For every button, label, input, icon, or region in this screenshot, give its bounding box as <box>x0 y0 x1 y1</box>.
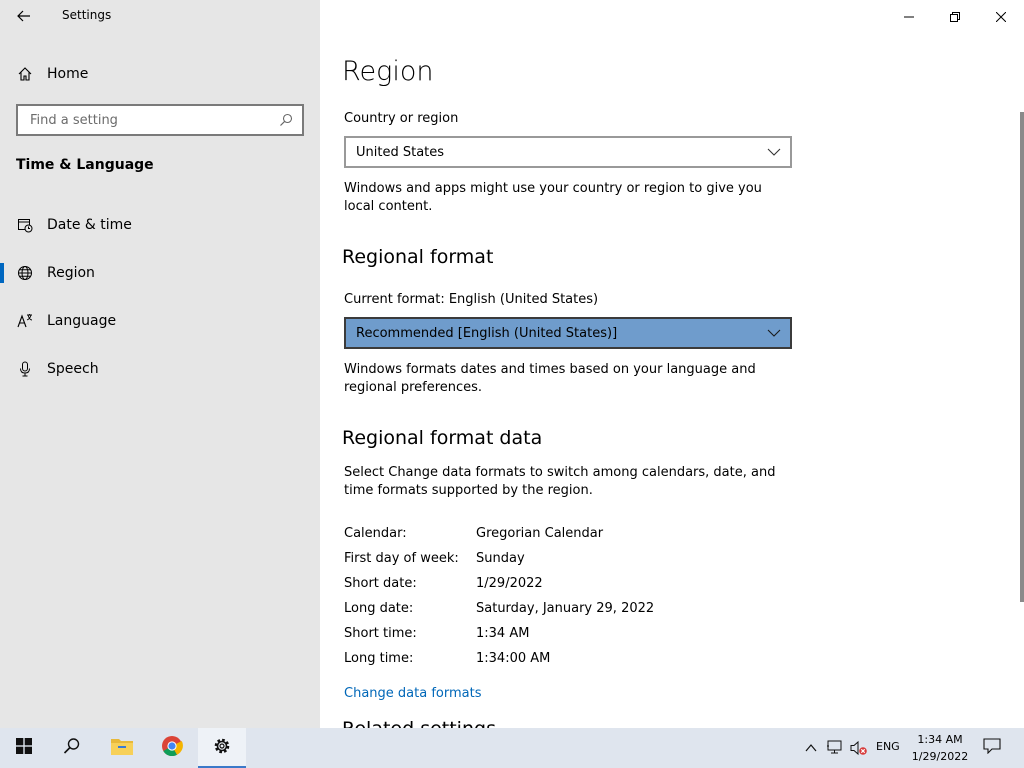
country-description: Windows and apps might use your country … <box>344 181 762 214</box>
format-row-long-time: Long time: 1:34:00 AM <box>344 651 550 671</box>
home-label: Home <box>47 66 89 82</box>
related-settings-heading: Related settings <box>342 718 496 728</box>
taskbar-search-button[interactable] <box>48 728 96 768</box>
calendar-clock-icon <box>17 217 33 233</box>
format-row-short-time: Short time: 1:34 AM <box>344 626 529 646</box>
file-explorer-button[interactable] <box>98 728 146 768</box>
format-key: Short time: <box>344 626 417 641</box>
section-title: Time & Language <box>16 157 154 173</box>
format-value: 1:34:00 AM <box>476 651 551 666</box>
sidebar-item-label: Date & time <box>47 217 132 233</box>
search-icon[interactable] <box>276 110 296 130</box>
format-value: 1/29/2022 <box>476 576 543 591</box>
chevron-up-icon <box>805 744 817 752</box>
input-language-indicator[interactable]: ENG <box>876 740 900 753</box>
windows-logo-icon <box>16 738 32 758</box>
chrome-button[interactable] <box>148 728 196 768</box>
country-value: United States <box>356 144 445 160</box>
settings-taskbar-button[interactable] <box>198 728 246 768</box>
country-label: Country or region <box>344 111 459 126</box>
close-icon <box>995 7 1007 26</box>
format-row-long-date: Long date: Saturday, January 29, 2022 <box>344 601 654 621</box>
format-key: Long time: <box>344 651 414 666</box>
format-row-calendar: Calendar: Gregorian Calendar <box>344 526 603 546</box>
regional-format-value: Recommended [English (United States)] <box>356 325 618 341</box>
sidebar-item-home[interactable]: Home <box>0 58 320 90</box>
home-icon <box>17 66 33 82</box>
microphone-icon <box>17 361 33 377</box>
search-input[interactable] <box>28 111 276 129</box>
chevron-down-icon <box>766 325 782 341</box>
search-box[interactable] <box>16 104 304 136</box>
sidebar-item-date-time[interactable]: Date & time <box>0 205 320 245</box>
regional-format-heading: Regional format <box>342 246 494 268</box>
taskbar: ENG 1:34 AM 1/29/2022 <box>0 728 1024 768</box>
restore-button[interactable] <box>932 0 978 32</box>
change-data-formats-link[interactable]: Change data formats <box>344 686 481 701</box>
sidebar-item-label: Region <box>47 265 95 281</box>
notification-icon <box>983 738 1001 758</box>
format-value: Sunday <box>476 551 525 566</box>
close-button[interactable] <box>978 0 1024 32</box>
sidebar: Settings Home Time & Language Date & tim… <box>0 0 320 728</box>
regional-format-dropdown[interactable]: Recommended [English (United States)] <box>344 317 792 349</box>
show-hidden-icons-button[interactable] <box>802 739 820 757</box>
start-button[interactable] <box>0 728 48 768</box>
search-icon <box>63 737 81 759</box>
action-center-button[interactable] <box>976 728 1008 768</box>
current-format-label: Current format: English (United States) <box>344 292 599 307</box>
clock-time: 1:34 AM <box>917 733 963 746</box>
sidebar-item-language[interactable]: Language <box>0 301 320 341</box>
volume-muted-icon[interactable] <box>850 739 868 757</box>
format-value: 1:34 AM <box>476 626 530 641</box>
back-button[interactable] <box>0 0 48 32</box>
country-dropdown[interactable]: United States <box>344 136 792 168</box>
format-key: Calendar: <box>344 526 407 541</box>
format-data-description: Select Change data formats to switch amo… <box>344 465 776 498</box>
format-data-heading: Regional format data <box>342 427 543 449</box>
globe-icon <box>17 265 33 281</box>
minimize-button[interactable] <box>886 0 932 32</box>
clock-date: 1/29/2022 <box>911 750 969 763</box>
folder-icon <box>110 736 134 760</box>
format-row-short-date: Short date: 1/29/2022 <box>344 576 543 596</box>
main-content: Region Country or region United States W… <box>320 0 1024 728</box>
sidebar-item-label: Speech <box>47 361 99 377</box>
sidebar-item-region[interactable]: Region <box>0 253 320 293</box>
regional-format-description: Windows formats dates and times based on… <box>344 362 756 395</box>
format-row-first-day: First day of week: Sunday <box>344 551 525 571</box>
format-key: Long date: <box>344 601 414 616</box>
minimize-icon <box>904 7 914 26</box>
language-icon <box>17 313 33 329</box>
sidebar-item-speech[interactable]: Speech <box>0 349 320 389</box>
sidebar-item-label: Language <box>47 313 117 329</box>
gear-icon <box>212 736 232 760</box>
clock[interactable]: 1:34 AM 1/29/2022 <box>908 731 972 765</box>
format-value: Gregorian Calendar <box>476 526 604 541</box>
chevron-down-icon <box>766 144 782 160</box>
scrollbar[interactable] <box>1020 112 1024 602</box>
format-key: First day of week: <box>344 551 459 566</box>
format-key: Short date: <box>344 576 417 591</box>
app-title: Settings <box>62 8 112 22</box>
back-arrow-icon <box>17 7 31 26</box>
format-value: Saturday, January 29, 2022 <box>476 601 655 616</box>
restore-icon <box>950 7 960 26</box>
chrome-icon <box>161 735 183 761</box>
page-title: Region <box>342 56 434 87</box>
network-icon[interactable] <box>826 739 844 757</box>
